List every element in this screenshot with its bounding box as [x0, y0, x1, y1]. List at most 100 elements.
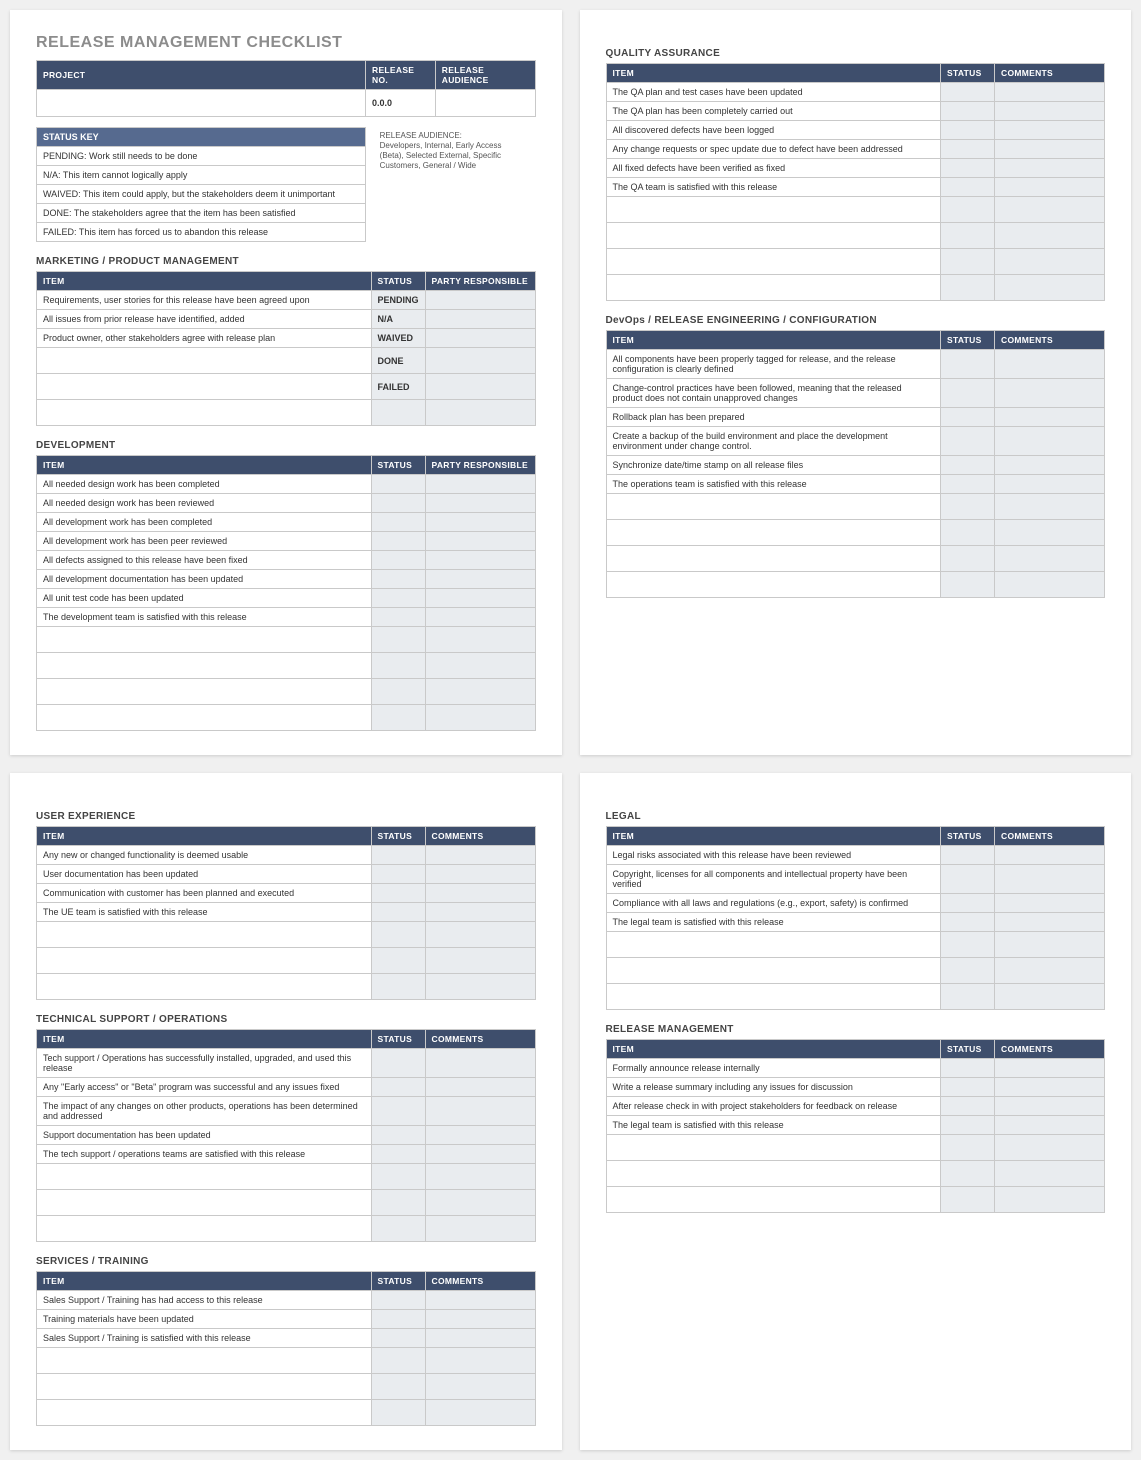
status-cell[interactable]	[371, 1164, 425, 1190]
status-cell[interactable]	[371, 922, 425, 948]
status-cell[interactable]: FAILED	[371, 374, 425, 400]
status-cell[interactable]	[371, 1078, 425, 1097]
status-cell[interactable]	[941, 249, 995, 275]
status-cell[interactable]: PENDING	[371, 291, 425, 310]
comments-cell[interactable]	[995, 1135, 1105, 1161]
party-cell[interactable]	[425, 329, 535, 348]
status-cell[interactable]	[941, 846, 995, 865]
status-cell[interactable]	[941, 140, 995, 159]
status-cell[interactable]: N/A	[371, 310, 425, 329]
comments-cell[interactable]	[995, 894, 1105, 913]
comments-cell[interactable]	[995, 121, 1105, 140]
comments-cell[interactable]	[425, 922, 535, 948]
status-cell[interactable]	[941, 178, 995, 197]
comments-cell[interactable]	[425, 1078, 535, 1097]
status-cell[interactable]	[941, 379, 995, 408]
status-cell[interactable]	[371, 1310, 425, 1329]
comments-cell[interactable]	[425, 1329, 535, 1348]
party-cell[interactable]	[425, 679, 535, 705]
comments-cell[interactable]	[995, 1116, 1105, 1135]
comments-cell[interactable]	[425, 1049, 535, 1078]
status-cell[interactable]	[941, 223, 995, 249]
release-no-value[interactable]: 0.0.0	[366, 90, 436, 117]
comments-cell[interactable]	[995, 350, 1105, 379]
status-cell[interactable]	[371, 1216, 425, 1242]
status-cell[interactable]	[371, 1291, 425, 1310]
party-cell[interactable]	[425, 705, 535, 731]
party-cell[interactable]	[425, 475, 535, 494]
party-cell[interactable]	[425, 374, 535, 400]
status-cell[interactable]	[941, 159, 995, 178]
status-cell[interactable]	[941, 546, 995, 572]
comments-cell[interactable]	[995, 572, 1105, 598]
comments-cell[interactable]	[995, 913, 1105, 932]
party-cell[interactable]	[425, 570, 535, 589]
comments-cell[interactable]	[995, 83, 1105, 102]
status-cell[interactable]	[941, 1187, 995, 1213]
comments-cell[interactable]	[425, 1374, 535, 1400]
party-cell[interactable]	[425, 532, 535, 551]
status-cell[interactable]	[941, 83, 995, 102]
status-cell[interactable]	[941, 958, 995, 984]
comments-cell[interactable]	[425, 865, 535, 884]
comments-cell[interactable]	[425, 1291, 535, 1310]
status-cell[interactable]	[371, 705, 425, 731]
party-cell[interactable]	[425, 551, 535, 570]
status-cell[interactable]	[371, 551, 425, 570]
status-cell[interactable]	[941, 865, 995, 894]
party-cell[interactable]	[425, 310, 535, 329]
comments-cell[interactable]	[995, 178, 1105, 197]
status-cell[interactable]	[371, 1374, 425, 1400]
status-cell[interactable]	[941, 1135, 995, 1161]
status-cell[interactable]	[941, 427, 995, 456]
status-cell[interactable]	[371, 884, 425, 903]
comments-cell[interactable]	[995, 865, 1105, 894]
status-cell[interactable]	[371, 865, 425, 884]
project-value[interactable]	[37, 90, 366, 117]
status-cell[interactable]	[371, 1049, 425, 1078]
status-cell[interactable]	[941, 350, 995, 379]
status-cell[interactable]	[371, 653, 425, 679]
comments-cell[interactable]	[995, 197, 1105, 223]
comments-cell[interactable]	[425, 974, 535, 1000]
status-cell[interactable]	[371, 475, 425, 494]
comments-cell[interactable]	[995, 456, 1105, 475]
party-cell[interactable]	[425, 513, 535, 532]
status-cell[interactable]	[941, 520, 995, 546]
comments-cell[interactable]	[995, 408, 1105, 427]
status-cell[interactable]	[941, 275, 995, 301]
party-cell[interactable]	[425, 291, 535, 310]
status-cell[interactable]	[371, 1097, 425, 1126]
comments-cell[interactable]	[995, 1059, 1105, 1078]
comments-cell[interactable]	[995, 494, 1105, 520]
status-cell[interactable]	[941, 197, 995, 223]
party-cell[interactable]	[425, 589, 535, 608]
comments-cell[interactable]	[425, 1348, 535, 1374]
status-cell[interactable]	[371, 494, 425, 513]
status-cell[interactable]	[941, 102, 995, 121]
comments-cell[interactable]	[995, 223, 1105, 249]
comments-cell[interactable]	[995, 249, 1105, 275]
comments-cell[interactable]	[995, 1187, 1105, 1213]
status-cell[interactable]	[371, 1145, 425, 1164]
comments-cell[interactable]	[995, 1097, 1105, 1116]
comments-cell[interactable]	[995, 275, 1105, 301]
status-cell[interactable]	[371, 974, 425, 1000]
party-cell[interactable]	[425, 608, 535, 627]
status-cell[interactable]	[371, 1126, 425, 1145]
comments-cell[interactable]	[425, 1190, 535, 1216]
comments-cell[interactable]	[995, 102, 1105, 121]
status-cell[interactable]	[941, 1161, 995, 1187]
status-cell[interactable]	[371, 532, 425, 551]
comments-cell[interactable]	[425, 1126, 535, 1145]
comments-cell[interactable]	[995, 932, 1105, 958]
comments-cell[interactable]	[995, 958, 1105, 984]
status-cell[interactable]	[941, 1078, 995, 1097]
comments-cell[interactable]	[995, 140, 1105, 159]
comments-cell[interactable]	[425, 1216, 535, 1242]
comments-cell[interactable]	[995, 520, 1105, 546]
comments-cell[interactable]	[995, 846, 1105, 865]
party-cell[interactable]	[425, 627, 535, 653]
comments-cell[interactable]	[425, 903, 535, 922]
status-cell[interactable]	[371, 400, 425, 426]
